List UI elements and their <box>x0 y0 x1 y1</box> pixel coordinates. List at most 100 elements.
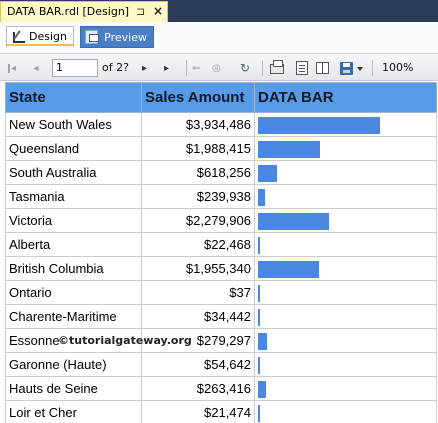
sales-amount-cell: $21,474 <box>141 400 255 423</box>
page-setup-icon[interactable] <box>316 62 329 74</box>
print-layout-icon[interactable] <box>296 61 308 75</box>
last-page-icon[interactable]: ▸ <box>164 60 169 76</box>
previous-page-icon[interactable]: ◂ <box>28 60 44 76</box>
data-bar-cell <box>254 232 437 257</box>
data-bar-cell <box>254 256 437 281</box>
tab-design[interactable]: Design <box>6 26 74 48</box>
tab-preview[interactable]: Preview <box>80 26 154 48</box>
export-dropdown-icon[interactable] <box>357 67 363 71</box>
first-page-icon[interactable]: ◂ <box>4 60 20 76</box>
data-bar <box>258 140 320 158</box>
data-bar <box>258 380 266 398</box>
state-cell: Charente-Maritime <box>5 304 142 329</box>
table-row: New South Wales $3,934,486 <box>5 112 437 137</box>
refresh-icon[interactable]: ↻ <box>240 60 250 76</box>
document-tab-title: DATA BAR.rdl [Design] <box>7 5 130 18</box>
state-cell: Ontario <box>5 280 142 305</box>
toolbar-separator <box>262 60 263 76</box>
data-bar-cell <box>254 376 437 401</box>
state-cell: British Columbia <box>5 256 142 281</box>
report-table: State Sales Amount DATA BAR New South Wa… <box>5 82 437 423</box>
table-row: Charente-Maritime $34,442 <box>5 304 437 329</box>
back-icon[interactable]: ⇐ <box>192 60 200 76</box>
sales-amount-cell: $34,442 <box>141 304 255 329</box>
sales-amount-cell: $1,988,415 <box>141 136 255 161</box>
column-header-data-bar: DATA BAR <box>254 82 437 113</box>
toolbar-separator <box>372 60 373 76</box>
table-row: British Columbia $1,955,340 <box>5 256 437 281</box>
table-row: Victoria $2,279,906 <box>5 208 437 233</box>
document-tab[interactable]: DATA BAR.rdl [Design] ⊐ × <box>0 1 168 22</box>
data-bar <box>258 284 260 302</box>
state-cell: Hauts de Seine <box>5 376 142 401</box>
table-row: Garonne (Haute) $54,642 <box>5 352 437 377</box>
design-icon <box>11 30 26 44</box>
sales-amount-cell: $1,955,340 <box>141 256 255 281</box>
column-header-sales-amount: Sales Amount <box>141 82 255 113</box>
state-cell: Garonne (Haute) <box>5 352 142 377</box>
data-bar <box>258 404 260 422</box>
export-icon[interactable] <box>340 62 353 75</box>
data-bar-cell <box>254 400 437 423</box>
table-row: South Australia $618,256 <box>5 160 437 185</box>
pin-icon[interactable]: ⊐ <box>136 5 145 18</box>
report-table-body: New South Wales $3,934,486 Queensland $1,98… <box>5 112 437 423</box>
report-toolbar: ◂ ◂ 1 of 2? ▸ ▸ ⇐ ◎ ↻ 100% <box>0 55 438 81</box>
state-cell: Queensland <box>5 136 142 161</box>
table-row: Queensland $1,988,415 <box>5 136 437 161</box>
sales-amount-cell: $22,468 <box>141 232 255 257</box>
state-cell: Alberta <box>5 232 142 257</box>
data-bar-cell <box>254 184 437 209</box>
page-count-label: of 2? <box>102 61 129 74</box>
data-bar-cell <box>254 136 437 161</box>
data-bar-cell <box>254 208 437 233</box>
sales-amount-cell: $239,938 <box>141 184 255 209</box>
state-cell: Tasmania <box>5 184 142 209</box>
data-bar <box>258 188 265 206</box>
table-row: Alberta $22,468 <box>5 232 437 257</box>
state-cell: Essonne <box>5 328 142 353</box>
tab-design-label: Design <box>29 30 67 43</box>
next-page-icon[interactable]: ▸ <box>142 60 147 76</box>
data-bar <box>258 236 260 254</box>
table-header-row: State Sales Amount DATA BAR <box>5 82 437 113</box>
data-bar <box>258 260 319 278</box>
table-row: Tasmania $239,938 <box>5 184 437 209</box>
state-cell: New South Wales <box>5 112 142 137</box>
sales-amount-cell: $3,934,486 <box>141 112 255 137</box>
data-bar-cell <box>254 280 437 305</box>
data-bar-cell <box>254 304 437 329</box>
zoom-level[interactable]: 100% <box>382 61 413 74</box>
state-cell: Loir et Cher <box>5 400 142 423</box>
data-bar <box>258 356 260 374</box>
column-header-state: State <box>5 82 142 113</box>
table-row: Ontario $37 <box>5 280 437 305</box>
data-bar-cell <box>254 160 437 185</box>
table-row: Hauts de Seine $263,416 <box>5 376 437 401</box>
data-bar-cell <box>254 112 437 137</box>
state-cell: South Australia <box>5 160 142 185</box>
sales-amount-cell: $263,416 <box>141 376 255 401</box>
close-icon[interactable]: × <box>153 4 163 18</box>
data-bar <box>258 308 260 326</box>
tab-preview-label: Preview <box>104 30 147 44</box>
state-cell: Victoria <box>5 208 142 233</box>
table-row: Essonne $279,297 <box>5 328 437 353</box>
data-bar-cell <box>254 352 437 377</box>
data-bar <box>258 332 267 350</box>
view-tab-bar: Design Preview <box>0 22 438 54</box>
table-row: Loir et Cher $21,474 <box>5 400 437 423</box>
page-number-input[interactable]: 1 <box>52 59 98 77</box>
toolbar-separator <box>186 60 187 76</box>
sales-amount-cell: $279,297 <box>141 328 255 353</box>
data-bar-cell <box>254 328 437 353</box>
preview-icon <box>85 30 100 44</box>
stop-icon[interactable]: ◎ <box>212 60 221 76</box>
data-bar <box>258 164 277 182</box>
data-bar <box>258 116 380 134</box>
sales-amount-cell: $2,279,906 <box>141 208 255 233</box>
report-body: State Sales Amount DATA BAR New South Wa… <box>0 82 438 423</box>
sales-amount-cell: $37 <box>141 280 255 305</box>
document-tabstrip: DATA BAR.rdl [Design] ⊐ × <box>0 0 438 22</box>
print-icon[interactable] <box>270 60 284 74</box>
